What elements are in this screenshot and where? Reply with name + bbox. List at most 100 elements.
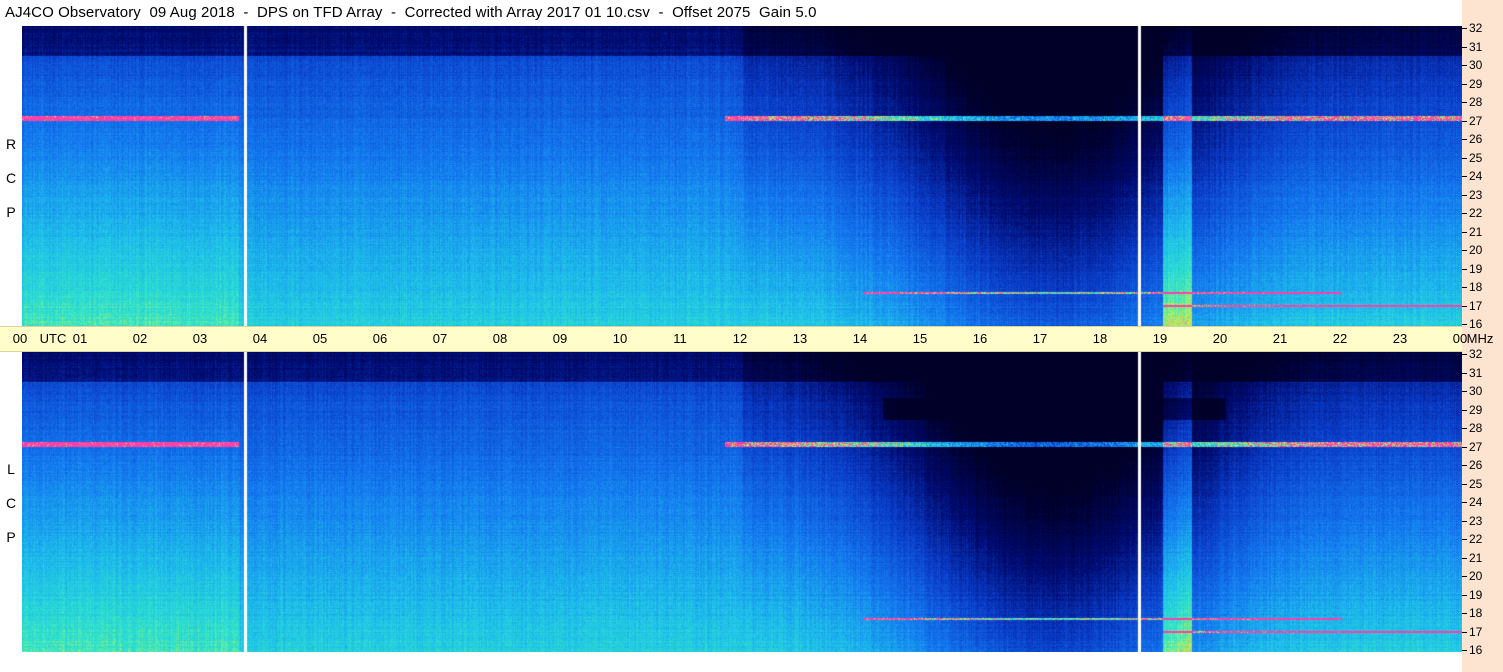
frequency-tick-mark: [1462, 354, 1467, 355]
spectrogram-lcp-canvas: [22, 352, 1462, 652]
frequency-tick-label: 30: [1469, 58, 1483, 72]
frequency-tick-label: 19: [1469, 261, 1483, 276]
frequency-tick-mark: [1462, 157, 1467, 159]
time-tick-label: 04: [252, 331, 268, 346]
frequency-tick-mark: [1462, 576, 1467, 577]
frequency-tick-mark: [1462, 213, 1467, 214]
frequency-tick-label: 29: [1469, 76, 1483, 91]
time-tick-label: 13: [792, 331, 808, 346]
time-tick-label: 06: [372, 331, 388, 346]
frequency-tick-label: 25: [1469, 476, 1483, 491]
frequency-tick-mark: [1462, 324, 1467, 325]
time-tick-label: 01: [72, 331, 88, 346]
frequency-tick-label: 25: [1469, 150, 1483, 165]
time-tick-label: 07: [432, 331, 448, 346]
frequency-tick-label: 31: [1469, 39, 1483, 54]
frequency-tick-mark: [1462, 65, 1467, 66]
chart-title: AJ4CO Observatory 09 Aug 2018 - DPS on T…: [5, 4, 817, 21]
time-tick-label: 15: [912, 331, 928, 346]
frequency-tick-label: 18: [1469, 280, 1483, 294]
frequency-tick-mark: [1462, 613, 1467, 614]
frequency-tick-label: 20: [1469, 569, 1483, 583]
time-tick-label: 12: [732, 331, 748, 346]
frequency-tick-mark: [1462, 428, 1467, 429]
frequency-tick-mark: [1462, 28, 1467, 29]
polarization-letter: R: [5, 136, 17, 152]
frequency-tick-mark: [1462, 46, 1467, 48]
time-tick-label: 21: [1272, 331, 1288, 346]
frequency-tick-label: 19: [1469, 587, 1483, 602]
frequency-tick-mark: [1462, 520, 1467, 522]
frequency-tick-label: 26: [1469, 132, 1483, 146]
frequency-tick-label: 16: [1469, 317, 1483, 331]
time-tick-label: 20: [1212, 331, 1228, 346]
bottom-strip: [0, 652, 1462, 672]
time-tick-label: 19: [1152, 331, 1168, 346]
spectrogram-rcp-canvas: [22, 26, 1462, 326]
polarization-letter: L: [7, 461, 15, 477]
time-tick-label: 05: [312, 331, 328, 346]
frequency-tick-mark: [1462, 305, 1467, 307]
frequency-tick-label: 22: [1469, 206, 1483, 220]
frequency-tick-mark: [1462, 83, 1467, 85]
time-tick-label: 09: [552, 331, 568, 346]
frequency-tick-mark: [1462, 539, 1467, 540]
frequency-tick-label: 29: [1469, 402, 1483, 417]
frequency-tick-label: 24: [1469, 495, 1483, 509]
polarization-letter: P: [6, 529, 16, 545]
frequency-tick-label: 27: [1469, 439, 1483, 454]
frequency-tick-mark: [1462, 287, 1467, 288]
frequency-tick-label: 21: [1469, 550, 1483, 565]
frequency-tick-mark: [1462, 194, 1467, 196]
time-tick-label: 03: [192, 331, 208, 346]
time-tick-label: 00: [1452, 331, 1468, 346]
frequency-tick-mark: [1462, 650, 1467, 651]
frequency-tick-mark: [1462, 139, 1467, 140]
frequency-tick-label: 26: [1469, 458, 1483, 472]
time-tick-label: 18: [1092, 331, 1108, 346]
frequency-tick-mark: [1462, 176, 1467, 177]
frequency-tick-mark: [1462, 250, 1467, 251]
frequency-tick-mark: [1462, 465, 1467, 466]
frequency-tick-label: 20: [1469, 243, 1483, 257]
time-tick-label: 23: [1392, 331, 1408, 346]
frequency-tick-mark: [1462, 631, 1467, 633]
frequency-tick-label: 21: [1469, 224, 1483, 239]
title-bar: AJ4CO Observatory 09 Aug 2018 - DPS on T…: [0, 0, 1462, 26]
frequency-tick-label: 18: [1469, 606, 1483, 620]
time-tick-label: 14: [852, 331, 868, 346]
frequency-tick-mark: [1462, 483, 1467, 485]
frequency-tick-mark: [1462, 372, 1467, 374]
time-tick-label: 08: [492, 331, 508, 346]
frequency-tick-label: 28: [1469, 421, 1483, 435]
time-tick-label: 22: [1332, 331, 1348, 346]
polarization-letter: P: [6, 204, 16, 220]
frequency-tick-label: 22: [1469, 532, 1483, 546]
time-tick-label: MHz: [1466, 331, 1494, 346]
frequency-tick-mark: [1462, 120, 1467, 122]
frequency-tick-mark: [1462, 409, 1467, 411]
spectrogram-rcp: [22, 26, 1462, 326]
polarization-letter: C: [5, 170, 17, 186]
frequency-tick-label: 23: [1469, 187, 1483, 202]
frequency-tick-label: 32: [1469, 347, 1483, 361]
spectrogram-lcp: [22, 352, 1462, 652]
time-tick-label: 17: [1032, 331, 1048, 346]
frequency-tick-label: 27: [1469, 113, 1483, 128]
frequency-tick-label: 17: [1469, 298, 1483, 313]
frequency-tick-label: 32: [1469, 21, 1483, 35]
frequency-tick-mark: [1462, 557, 1467, 559]
time-tick-label: 02: [132, 331, 148, 346]
time-axis: 00 UTC 01 02 03 04 05 06 07 08 09 10 11 12 13 14 15 16 17 1…: [0, 326, 1493, 352]
frequency-tick-label: 24: [1469, 169, 1483, 183]
time-tick-label: 00: [12, 331, 28, 346]
frequency-tick-mark: [1462, 102, 1467, 103]
frequency-tick-label: 31: [1469, 365, 1483, 380]
frequency-tick-mark: [1462, 446, 1467, 448]
frequency-tick-label: 23: [1469, 513, 1483, 528]
time-tick-label: UTC: [39, 331, 67, 346]
time-tick-label: 16: [972, 331, 988, 346]
frequency-tick-label: 28: [1469, 95, 1483, 109]
frequency-tick-mark: [1462, 391, 1467, 392]
frequency-tick-mark: [1462, 268, 1467, 270]
